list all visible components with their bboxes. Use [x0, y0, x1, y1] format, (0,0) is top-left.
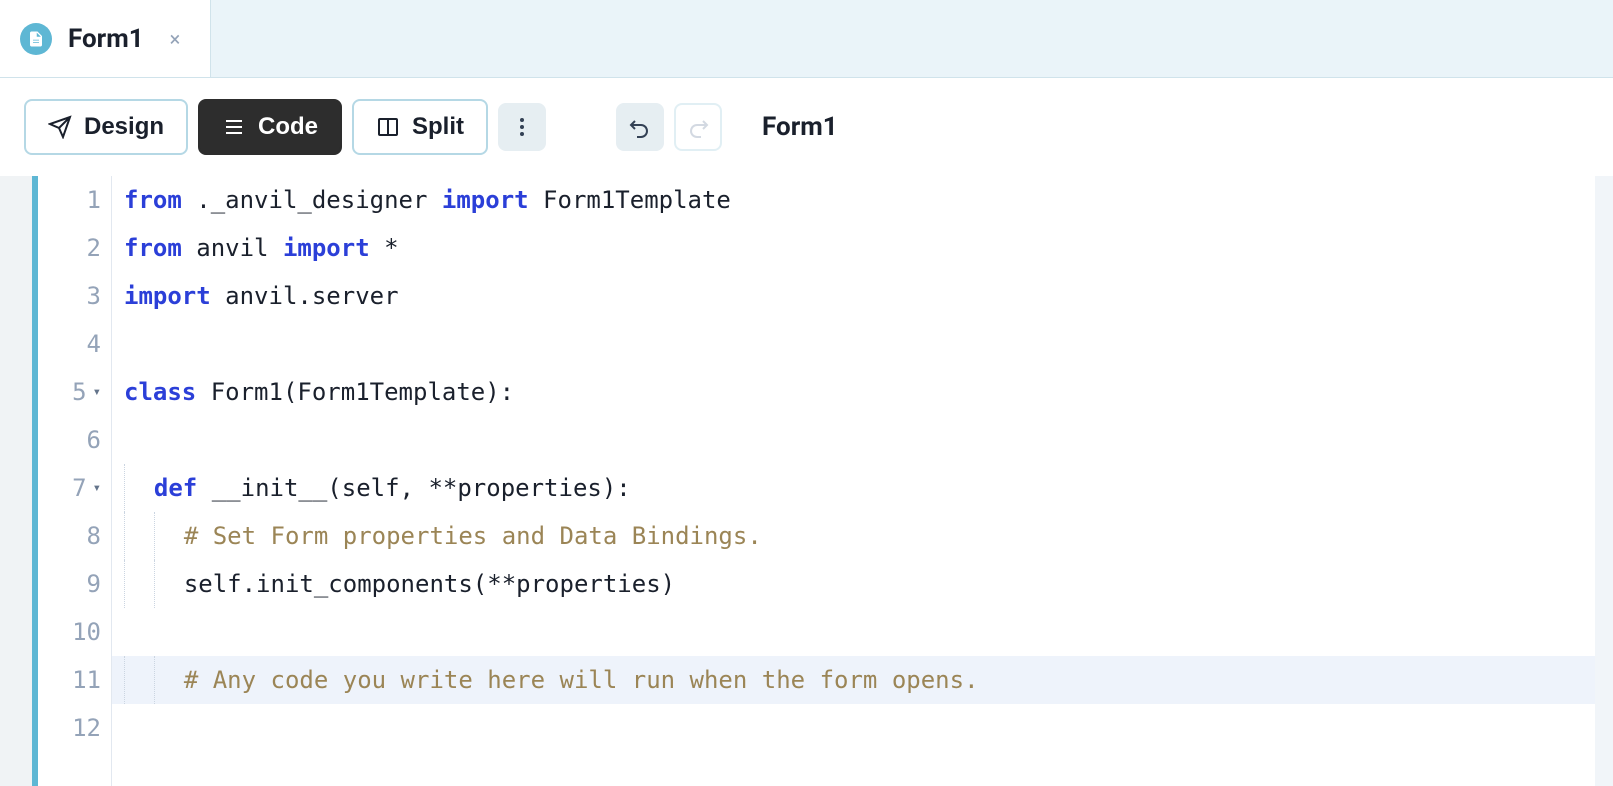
design-label: Design [84, 113, 164, 141]
line-number: 5▾ [38, 368, 111, 416]
line-number: 11 [38, 656, 111, 704]
editor-left-rail [0, 176, 32, 786]
undo-icon [628, 115, 652, 139]
tab-bar: Form1 × [0, 0, 1613, 78]
list-icon [222, 115, 246, 139]
line-number: 1 [38, 176, 111, 224]
redo-icon [686, 115, 710, 139]
paper-plane-icon [48, 115, 72, 139]
close-icon[interactable]: × [170, 27, 181, 51]
code-label: Code [258, 113, 318, 141]
fold-marker-icon[interactable]: ▾ [93, 384, 101, 400]
toolbar: Design Code Split Form1 [0, 78, 1613, 176]
line-number: 3 [38, 272, 111, 320]
split-label: Split [412, 113, 464, 141]
breadcrumb: Form1 [762, 112, 838, 142]
line-number: 7▾ [38, 464, 111, 512]
code-line[interactable]: def __init__(self, **properties): [112, 464, 1595, 512]
code-line[interactable]: class Form1(Form1Template): [112, 368, 1595, 416]
code-line[interactable] [112, 608, 1595, 656]
line-number: 10 [38, 608, 111, 656]
fold-marker-icon[interactable]: ▾ [93, 480, 101, 496]
line-number: 8 [38, 512, 111, 560]
undo-button[interactable] [616, 103, 664, 151]
tab-title: Form1 [68, 24, 144, 54]
line-number: 6 [38, 416, 111, 464]
code-line[interactable]: self.init_components(**properties) [112, 560, 1595, 608]
code-line[interactable] [112, 416, 1595, 464]
code-line[interactable]: # Any code you write here will run when … [112, 656, 1595, 704]
redo-button [674, 103, 722, 151]
vertical-scrollbar[interactable] [1595, 176, 1613, 786]
form-icon [20, 23, 52, 55]
code-line[interactable]: from anvil import * [112, 224, 1595, 272]
split-button[interactable]: Split [352, 99, 488, 155]
code-line[interactable] [112, 704, 1595, 752]
code-line[interactable] [112, 320, 1595, 368]
line-number: 9 [38, 560, 111, 608]
split-icon [376, 115, 400, 139]
code-line[interactable]: from ._anvil_designer import Form1Templa… [112, 176, 1595, 224]
line-number: 4 [38, 320, 111, 368]
dots-vertical-icon [510, 115, 534, 139]
code-line[interactable]: import anvil.server [112, 272, 1595, 320]
line-number-gutter: 12345▾67▾89101112 [38, 176, 112, 786]
tab-form1[interactable]: Form1 × [0, 0, 211, 77]
code-button[interactable]: Code [198, 99, 342, 155]
code-area[interactable]: from ._anvil_designer import Form1Templa… [112, 176, 1595, 786]
code-editor[interactable]: 12345▾67▾89101112 from ._anvil_designer … [0, 176, 1613, 786]
line-number: 12 [38, 704, 111, 752]
line-number: 2 [38, 224, 111, 272]
code-line[interactable]: # Set Form properties and Data Bindings. [112, 512, 1595, 560]
design-button[interactable]: Design [24, 99, 188, 155]
view-mode-group: Design Code Split [24, 99, 488, 155]
more-options-button[interactable] [498, 103, 546, 151]
